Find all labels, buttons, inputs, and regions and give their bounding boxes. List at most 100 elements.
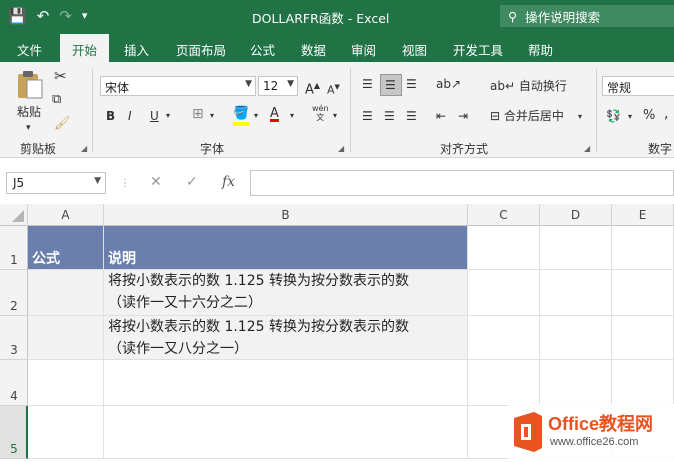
- cell-e3[interactable]: [612, 316, 674, 360]
- phonetic-dropdown-icon[interactable]: ▾: [333, 108, 337, 124]
- cell-d4[interactable]: [540, 360, 612, 406]
- tab-help[interactable]: 帮助: [528, 40, 553, 59]
- percent-button[interactable]: %: [643, 108, 655, 124]
- cell-e4[interactable]: [612, 360, 674, 406]
- increase-indent-icon[interactable]: ⇥: [458, 108, 468, 124]
- tab-view[interactable]: 视图: [402, 40, 427, 59]
- select-all-corner[interactable]: [0, 204, 28, 226]
- clipboard-group-label: 剪贴板: [20, 142, 57, 156]
- decrease-indent-icon[interactable]: ⇤: [436, 108, 446, 124]
- clipboard-launcher-icon[interactable]: ◢: [81, 144, 87, 153]
- tell-me-search[interactable]: ⚲ 操作说明搜索: [500, 5, 674, 27]
- underline-dropdown-icon[interactable]: ▾: [166, 108, 170, 124]
- row-header-3[interactable]: 3: [0, 316, 28, 360]
- tab-page-layout[interactable]: 页面布局: [176, 40, 226, 59]
- tab-insert[interactable]: 插入: [124, 40, 149, 59]
- fill-dropdown-icon[interactable]: ▾: [254, 108, 258, 124]
- cell-d3[interactable]: [540, 316, 612, 360]
- watermark-brand: Office教程网: [548, 414, 654, 434]
- font-color-icon[interactable]: A: [270, 106, 279, 122]
- align-middle-button[interactable]: ☰: [380, 74, 402, 96]
- align-bottom-icon[interactable]: ☰: [406, 76, 417, 92]
- cell-b1[interactable]: 说明: [104, 226, 468, 270]
- copy-icon[interactable]: ⧉: [52, 92, 61, 108]
- font-color-dropdown-icon[interactable]: ▾: [290, 108, 294, 124]
- font-size-select[interactable]: 12 ▼: [258, 76, 298, 96]
- paste-icon[interactable]: [16, 70, 44, 100]
- paste-dropdown-icon[interactable]: ▾: [26, 120, 31, 136]
- row-header-1[interactable]: 1: [0, 226, 28, 270]
- fill-color-icon[interactable]: 🪣: [233, 106, 249, 122]
- cell-d2[interactable]: [540, 270, 612, 316]
- row-header-2[interactable]: 2: [0, 270, 28, 316]
- align-top-icon[interactable]: ☰: [362, 76, 373, 92]
- search-icon: ⚲: [508, 8, 518, 24]
- bold-button[interactable]: B: [106, 108, 115, 124]
- cell-a4[interactable]: [28, 360, 104, 406]
- select-all-triangle-icon: [12, 210, 24, 222]
- number-format-select[interactable]: 常规: [602, 76, 674, 96]
- row-header-5[interactable]: 5: [0, 406, 28, 459]
- formula-input[interactable]: [250, 170, 674, 196]
- cell-b2[interactable]: 将按小数表示的数 1.125 转换为按分数表示的数 （读作一又十六分之二）: [104, 270, 468, 316]
- align-left-icon[interactable]: ☰: [362, 108, 373, 124]
- paste-button-label[interactable]: 粘贴: [17, 104, 41, 120]
- comma-button[interactable]: ,: [664, 106, 668, 122]
- currency-dropdown-icon[interactable]: ▾: [628, 109, 632, 125]
- row-header-4[interactable]: 4: [0, 360, 28, 406]
- align-center-icon[interactable]: ☰: [384, 108, 395, 124]
- cell-b5[interactable]: [104, 406, 468, 459]
- wrap-text-button[interactable]: ab↵ 自动换行: [490, 78, 567, 94]
- cell-a5[interactable]: [28, 406, 104, 459]
- cut-icon[interactable]: ✂: [54, 68, 67, 84]
- insert-function-icon[interactable]: fx: [222, 174, 235, 190]
- customize-qat-icon[interactable]: ▾: [82, 6, 88, 26]
- border-dropdown-icon[interactable]: ▾: [210, 108, 214, 124]
- italic-button[interactable]: I: [128, 108, 132, 124]
- column-header-c[interactable]: C: [468, 204, 540, 226]
- phonetic-icon[interactable]: wén 文: [312, 104, 329, 122]
- font-launcher-icon[interactable]: ◢: [338, 144, 344, 153]
- chevron-down-icon: ▼: [287, 79, 294, 89]
- cell-a3[interactable]: [28, 316, 104, 360]
- tab-data[interactable]: 数据: [301, 40, 326, 59]
- cell-c4[interactable]: [468, 360, 540, 406]
- format-painter-icon[interactable]: 🖌: [54, 116, 71, 132]
- tab-file[interactable]: 文件: [17, 40, 42, 59]
- merge-dropdown-icon[interactable]: ▾: [578, 109, 582, 125]
- font-name-select[interactable]: 宋体 ▼: [100, 76, 256, 96]
- tab-developer[interactable]: 开发工具: [453, 40, 503, 59]
- merge-center-button[interactable]: ⊟ 合并后居中: [490, 108, 564, 124]
- shrink-font-button[interactable]: A▼: [327, 79, 340, 99]
- cell-e2[interactable]: [612, 270, 674, 316]
- column-header-b[interactable]: B: [104, 204, 468, 226]
- cell-a1[interactable]: 公式: [28, 226, 104, 270]
- cell-c3[interactable]: [468, 316, 540, 360]
- cell-e1[interactable]: [612, 226, 674, 270]
- cell-a2[interactable]: [28, 270, 104, 316]
- alignment-launcher-icon[interactable]: ◢: [584, 144, 590, 153]
- border-icon[interactable]: ⊞: [192, 106, 204, 122]
- cell-d1[interactable]: [540, 226, 612, 270]
- orientation-icon[interactable]: ab↗: [436, 76, 461, 92]
- redo-icon[interactable]: ↷: [59, 6, 72, 26]
- undo-icon[interactable]: ↶: [37, 6, 50, 26]
- cell-c2[interactable]: [468, 270, 540, 316]
- enter-icon[interactable]: ✓: [186, 174, 198, 190]
- tab-review[interactable]: 审阅: [351, 40, 376, 59]
- align-right-icon[interactable]: ☰: [406, 108, 417, 124]
- cell-b3[interactable]: 将按小数表示的数 1.125 转换为按分数表示的数 （读作一又八分之一）: [104, 316, 468, 360]
- cell-b4[interactable]: [104, 360, 468, 406]
- save-icon[interactable]: 💾: [8, 6, 27, 26]
- column-header-e[interactable]: E: [612, 204, 674, 226]
- column-header-d[interactable]: D: [540, 204, 612, 226]
- tab-home[interactable]: 开始: [60, 34, 110, 62]
- tab-formulas[interactable]: 公式: [250, 40, 275, 59]
- underline-button[interactable]: U: [150, 108, 159, 124]
- name-box[interactable]: J5 ▼: [6, 172, 106, 194]
- cell-c1[interactable]: [468, 226, 540, 270]
- currency-icon[interactable]: 💱: [606, 108, 621, 124]
- grow-font-button[interactable]: A▲: [305, 78, 320, 98]
- cancel-icon[interactable]: ✕: [150, 174, 162, 190]
- column-header-a[interactable]: A: [28, 204, 104, 226]
